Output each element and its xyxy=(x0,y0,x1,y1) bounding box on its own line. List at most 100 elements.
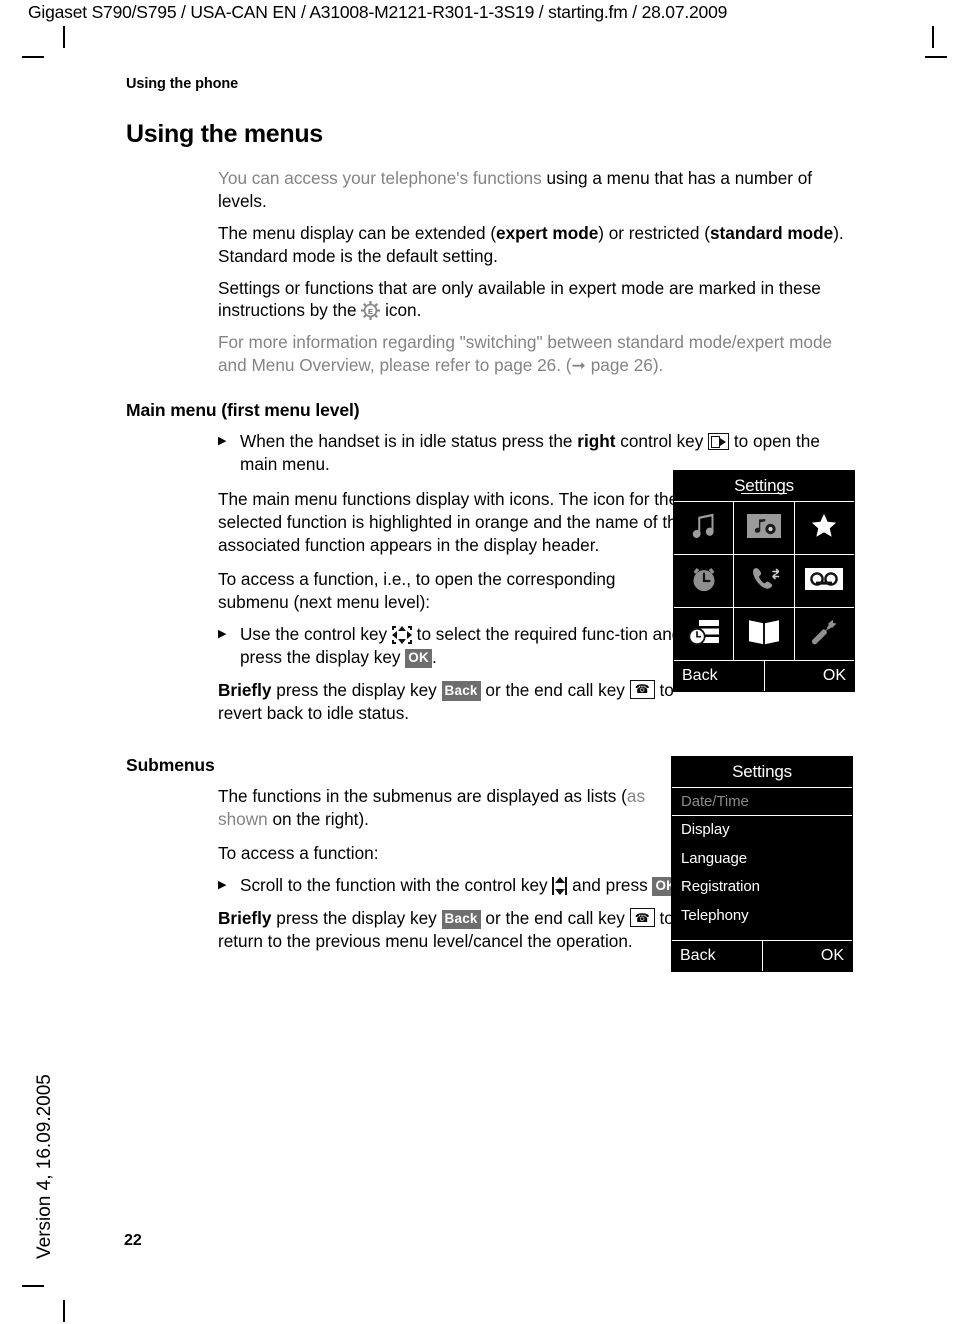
menu-cell-additional-features[interactable] xyxy=(794,502,854,554)
heading-main-menu: Main menu (first menu level) xyxy=(126,400,360,420)
scroll-text-b: and press xyxy=(567,875,653,896)
main-menu-softkey-back[interactable]: Back xyxy=(674,661,765,691)
intro-block: You can access your telephone's function… xyxy=(218,167,856,377)
select-text-c: . xyxy=(431,647,437,667)
trim-mark-top-left xyxy=(22,56,44,58)
submenu-softkey-ok[interactable]: OK xyxy=(763,941,853,971)
submenu-text-a: The functions in the submenus are displa… xyxy=(218,785,627,806)
menu-cell-voice-mail[interactable] xyxy=(794,555,854,607)
menu-cell-organizer[interactable] xyxy=(674,555,734,607)
control-key-right-icon xyxy=(708,433,730,450)
messaging-icon xyxy=(687,618,721,651)
media-folder-icon xyxy=(746,513,781,544)
modes-text-a: The menu display can be extended ( xyxy=(218,222,497,243)
submenu-list-item-telephony[interactable]: Telephony xyxy=(672,901,852,930)
bullet-open-main-menu: When the handset is in idle status press… xyxy=(218,430,856,476)
submenu-item-label: Telephony xyxy=(681,906,749,924)
paragraph-submenu-lists: The functions in the submenus are displa… xyxy=(218,785,688,831)
bullet-text-c: control key xyxy=(615,431,709,451)
music-note-icon xyxy=(689,511,719,546)
answering-machine-icon xyxy=(805,567,844,595)
paragraph-menu-modes: The menu display can be extended (expert… xyxy=(218,222,856,268)
submenu-list-item-registration[interactable]: Registration xyxy=(672,873,852,902)
submenu-list: Date/Time Display Language Registration … xyxy=(672,787,852,930)
paragraph-submenu-access: To access a function: xyxy=(218,843,379,864)
crop-mark-top-left xyxy=(63,26,65,48)
modes-text-c: ) or restricted ( xyxy=(598,222,710,243)
title-underline xyxy=(741,492,787,494)
submenu-softkey-back[interactable]: Back xyxy=(672,940,763,971)
paragraph-briefly-idle: Briefly press the display key Back or th… xyxy=(218,679,688,725)
crop-mark-bottom-left xyxy=(63,1300,65,1322)
svg-text:E: E xyxy=(368,307,373,316)
paragraph-expert-marker: Settings or functions that are only avai… xyxy=(218,277,856,323)
bullet-select-function: Use the control key to select the requir… xyxy=(218,623,688,669)
trim-mark-top-right xyxy=(925,56,947,58)
submenu-item-label: Registration xyxy=(681,878,760,896)
alarm-clock-icon xyxy=(689,564,719,599)
submenu-item-label: Display xyxy=(681,821,730,839)
submenu-item-label: Language xyxy=(681,849,747,867)
directory-book-icon xyxy=(747,618,781,651)
main-menu-icon-grid xyxy=(674,501,854,660)
paragraph-intro: You can access your telephone's function… xyxy=(218,167,856,213)
arrow-reference-icon: ➞ xyxy=(571,355,586,376)
paragraph-more-info: For more information regarding "switchin… xyxy=(218,331,856,377)
submenu-title-text: Settings xyxy=(732,762,792,781)
expert-marker-text-a: Settings or functions that are only avai… xyxy=(218,277,821,321)
end-call-key-icon-2: ☎ xyxy=(629,908,655,928)
softkey-back-inline-2: Back xyxy=(441,909,481,930)
bullet-scroll-function: Scroll to the function with the control … xyxy=(218,874,688,897)
briefly-emphasis-1: Briefly xyxy=(218,679,272,700)
softkey-back-inline-1: Back xyxy=(441,681,481,701)
page-title: Using the menus xyxy=(126,120,323,148)
submenu-ok-label: OK xyxy=(820,946,844,964)
wrench-settings-icon xyxy=(809,617,839,652)
main-menu-display-title: Settings xyxy=(674,471,854,501)
more-info-text: For more information regarding "switchin… xyxy=(218,332,833,376)
submenu-back-label: Back xyxy=(680,946,716,964)
standard-mode-term: standard mode xyxy=(710,222,834,243)
more-info-ref: page 26). xyxy=(585,355,664,376)
submenu-list-item-language[interactable]: Language xyxy=(672,844,852,873)
menu-cell-directory[interactable] xyxy=(734,608,794,660)
menu-cell-media-pool[interactable] xyxy=(734,502,794,554)
submenu-display-mockup: Settings Date/Time Display Language Regi… xyxy=(671,756,853,972)
submenu-list-item-date-time[interactable]: Date/Time xyxy=(672,787,852,816)
main-menu-display-mockup: Settings Back OK xyxy=(673,470,855,692)
briefly-text-b-1: press the display key xyxy=(271,679,442,700)
trim-mark-bottom-left xyxy=(22,1285,44,1287)
intro-gray-text: You can access your telephone's function… xyxy=(218,168,547,188)
briefly-text-b-2: press the display key xyxy=(271,908,442,929)
paragraph-access-function: To access a function, i.e., to open the … xyxy=(218,569,616,613)
expert-mode-gear-e-icon: E xyxy=(361,301,381,321)
document-running-header: Gigaset S790/S795 / USA-CAN EN / A31008-… xyxy=(28,2,728,22)
main-menu-softkey-bar: Back OK xyxy=(674,660,854,691)
scroll-text-a: Scroll to the function with the control … xyxy=(240,875,553,896)
main-menu-softkey-ok[interactable]: OK xyxy=(765,661,855,691)
menu-cell-messaging[interactable] xyxy=(674,608,734,660)
control-key-updown-icon xyxy=(552,877,568,896)
menu-cell-sound-settings[interactable] xyxy=(674,502,734,554)
briefly-text-c-1: or the end call key xyxy=(480,679,630,700)
version-footer-text: Version 4, 16.09.2005 xyxy=(34,1074,55,1259)
menu-cell-settings[interactable] xyxy=(794,608,854,660)
expert-mode-term: expert mode xyxy=(496,222,599,243)
right-key-emphasis: right xyxy=(577,431,616,451)
menu-cell-call-lists[interactable] xyxy=(734,555,794,607)
paragraph-briefly-back: Briefly press the display key Back or th… xyxy=(218,907,688,953)
briefly-emphasis-2: Briefly xyxy=(218,908,272,929)
call-lists-icon xyxy=(748,564,780,599)
select-text-a: Use the control key xyxy=(240,624,392,645)
expert-marker-text-b: icon. xyxy=(380,300,422,321)
submenu-list-item-display[interactable]: Display xyxy=(672,816,852,845)
submenu-display-title: Settings xyxy=(672,757,852,787)
bullet-text-a: When the handset is in idle status press… xyxy=(240,431,578,451)
submenu-item-label: Date/Time xyxy=(681,792,749,810)
main-menu-back-label: Back xyxy=(682,667,718,684)
main-menu-ok-label: OK xyxy=(822,667,846,684)
submenu-softkey-bar: Back OK xyxy=(672,939,853,971)
softkey-ok-inline: OK xyxy=(405,648,432,668)
submenu-text-end: on the right). xyxy=(267,808,369,829)
crop-mark-top-right xyxy=(932,26,934,48)
